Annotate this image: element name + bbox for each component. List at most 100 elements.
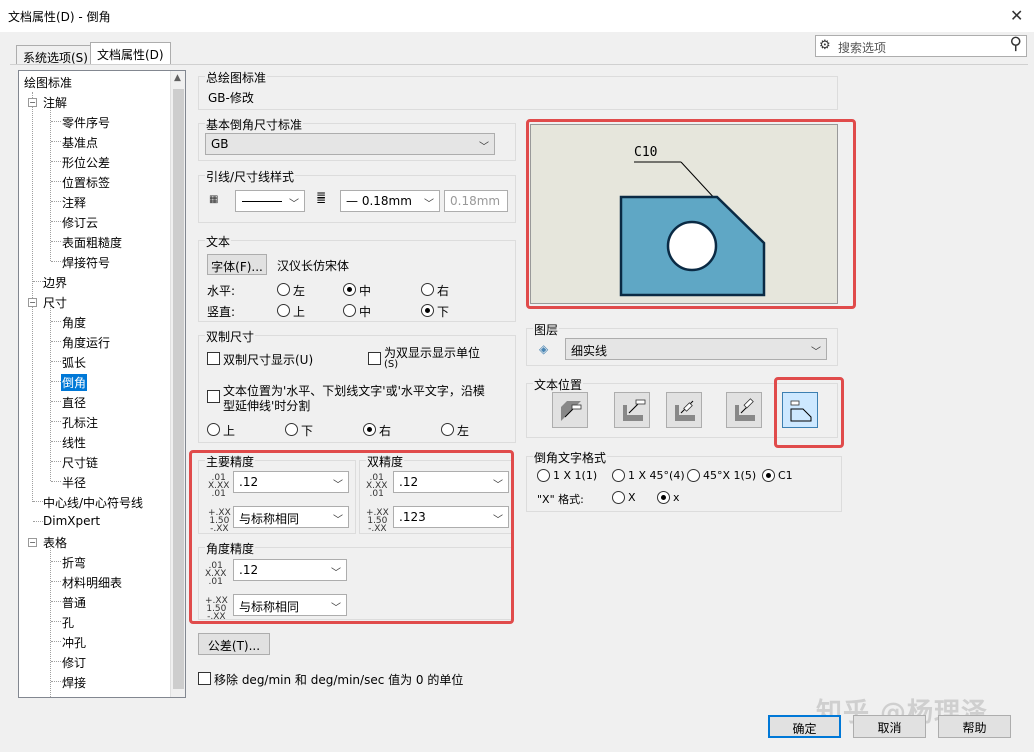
close-icon[interactable]: ✕ <box>1010 6 1023 25</box>
collapse-icon[interactable]: − <box>28 298 37 307</box>
dual-bottom-label: 下 <box>301 424 314 438</box>
tree-item-surface-finish[interactable]: 表面粗糙度 <box>62 234 122 251</box>
dual-top-radio[interactable] <box>207 423 220 436</box>
tree-item-dimension-chain[interactable]: 尺寸链 <box>62 454 98 471</box>
format-1x1-radio[interactable] <box>537 469 550 482</box>
tree-item-radius[interactable]: 半径 <box>62 474 86 491</box>
text-group <box>198 240 516 322</box>
tree-item-bom[interactable]: 材料明细表 <box>62 574 122 591</box>
leader-style-label: 引线/尺寸线样式 <box>205 168 296 185</box>
x-upper-radio[interactable] <box>612 491 625 504</box>
cancel-button[interactable]: 取消 <box>853 715 926 738</box>
layer-select[interactable]: 细实线 ﹀ <box>565 338 827 360</box>
tolerance-button[interactable]: 公差(T)... <box>198 633 270 655</box>
tree-item-gtol[interactable]: 形位公差 <box>62 154 110 171</box>
v-mid-label: 中 <box>359 305 372 319</box>
tree-scrollbar[interactable]: ▲ <box>170 71 185 697</box>
dual-units-key: (S) <box>384 359 399 370</box>
tree-item-linear[interactable]: 线性 <box>62 434 86 451</box>
chamfer-format-label: 倒角文字格式 <box>533 449 608 466</box>
remove-units-checkbox[interactable] <box>198 672 211 685</box>
tree-item-chamfer[interactable]: 倒角 <box>61 374 88 391</box>
base-standard-select[interactable]: GB ﹀ <box>205 133 495 155</box>
search-icon[interactable]: ⚲ <box>1010 34 1022 54</box>
tab-document-properties[interactable]: 文档属性(D) <box>90 42 171 65</box>
dual-units-label: 为双显示显示单位 <box>384 346 481 360</box>
chevron-down-icon: ﹀ <box>479 142 489 153</box>
x-lower-radio[interactable] <box>657 491 670 504</box>
search-input[interactable]: 搜索选项 <box>838 39 886 56</box>
help-button[interactable]: 帮助 <box>938 715 1011 738</box>
dual-left-label: 左 <box>457 424 470 438</box>
tree-item-hole-callout[interactable]: 孔标注 <box>62 414 98 431</box>
tree-item-punch[interactable]: 冲孔 <box>62 634 86 651</box>
format-c1-label: C1 <box>778 469 793 482</box>
h-right-radio[interactable] <box>421 283 434 296</box>
tree-item-angle[interactable]: 角度 <box>62 314 86 331</box>
line-weight-field[interactable]: 0.18mm <box>444 190 508 212</box>
v-bottom-radio[interactable] <box>421 304 434 317</box>
dual-left-radio[interactable] <box>441 423 454 436</box>
text-pos-2-button[interactable] <box>614 392 650 428</box>
ok-button[interactable]: 确定 <box>768 715 841 738</box>
tree-item-centerlines[interactable]: 中心线/中心符号线 <box>43 494 143 511</box>
tree-item-balloons[interactable]: 零件序号 <box>62 114 110 131</box>
tree-item-revision[interactable]: 修订 <box>62 654 86 671</box>
tree-item-general[interactable]: 普通 <box>62 594 86 611</box>
v-top-label: 上 <box>293 305 306 319</box>
tree-item-location-labels[interactable]: 位置标签 <box>62 174 110 191</box>
tree-item-datums[interactable]: 基准点 <box>62 134 98 151</box>
dual-right-radio[interactable] <box>363 423 376 436</box>
tree-item-dimxpert[interactable]: DimXpert <box>43 514 100 528</box>
overall-standard-group <box>198 76 838 110</box>
preview-highlight <box>526 119 856 309</box>
format-1x45-radio[interactable] <box>612 469 625 482</box>
text-pos-3-button[interactable] <box>666 392 702 428</box>
text-label: 文本 <box>205 233 232 250</box>
dual-bottom-radio[interactable] <box>285 423 298 436</box>
tree-item-border[interactable]: 边界 <box>43 274 67 291</box>
tree-item-angular-running[interactable]: 角度运行 <box>62 334 110 351</box>
line-style-select[interactable]: ﹀ <box>235 190 305 212</box>
tree-item-hole[interactable]: 孔 <box>62 614 74 631</box>
collapse-icon[interactable]: − <box>28 538 37 547</box>
text-position-highlight <box>774 377 844 448</box>
tree-item-tables[interactable]: 表格 <box>43 534 67 551</box>
tree-item-dimensions[interactable]: 尺寸 <box>43 294 67 311</box>
collapse-icon[interactable]: − <box>28 98 37 107</box>
tree-item-arc-length[interactable]: 弧长 <box>62 354 86 371</box>
scroll-thumb[interactable] <box>173 89 184 689</box>
tree-item-bend[interactable]: 折弯 <box>62 554 86 571</box>
v-mid-radio[interactable] <box>343 304 356 317</box>
scroll-up-icon[interactable]: ▲ <box>174 73 181 83</box>
h-left-radio[interactable] <box>277 283 290 296</box>
tree-item-drafting-standard[interactable]: 绘图标准 <box>24 74 72 91</box>
font-button[interactable]: 字体(F)... <box>207 254 267 275</box>
chevron-down-icon: ﹀ <box>811 347 821 358</box>
search-box[interactable]: ⚙ 搜索选项 ⚲ <box>815 34 1027 57</box>
format-1x45-label: 1 X 45°(4) <box>628 469 685 482</box>
format-45x1-radio[interactable] <box>687 469 700 482</box>
tree-item-notes[interactable]: 注释 <box>62 194 86 211</box>
v-top-radio[interactable] <box>277 304 290 317</box>
line-weight-select[interactable]: — 0.18mm ﹀ <box>340 190 440 212</box>
dual-units-checkbox[interactable] <box>368 352 381 365</box>
text-pos-1-button[interactable] <box>552 392 588 428</box>
tab-divider <box>10 64 1028 65</box>
remove-units-label: 移除 deg/min 和 deg/min/sec 值为 0 的单位 <box>214 673 464 687</box>
gear-icon[interactable]: ⚙ <box>819 38 831 53</box>
tree-item-annotations[interactable]: 注解 <box>43 94 67 111</box>
tree-item-weld-symbols[interactable]: 焊接符号 <box>62 254 110 271</box>
dual-display-checkbox[interactable] <box>207 352 220 365</box>
format-c1-radio[interactable] <box>762 469 775 482</box>
tree-item-revision-clouds[interactable]: 修订云 <box>62 214 98 231</box>
split-text-checkbox[interactable] <box>207 390 220 403</box>
overall-standard-value: GB-修改 <box>208 91 254 105</box>
h-left-label: 左 <box>293 284 306 298</box>
tree-item-weld[interactable]: 焊接 <box>62 674 86 691</box>
text-pos-4-button[interactable] <box>726 392 762 428</box>
dual-display-label: 双制尺寸显示(U) <box>223 353 314 367</box>
tree-item-diameter[interactable]: 直径 <box>62 394 86 411</box>
h-center-radio[interactable] <box>343 283 356 296</box>
tab-system-options[interactable]: 系统选项(S) <box>16 45 95 65</box>
